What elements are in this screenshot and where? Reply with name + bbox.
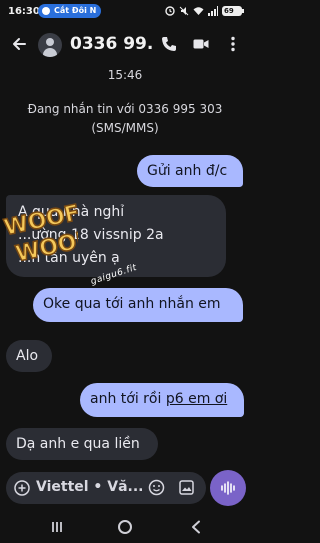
media-chip[interactable]: Cắt Đôi N (38, 4, 102, 18)
emoji-icon[interactable] (148, 479, 165, 496)
message-timestamp: 15:46 (107, 68, 143, 82)
phone-icon[interactable] (160, 35, 178, 53)
record-icon (42, 7, 50, 15)
sms-notice: Đang nhắn tin với 0336 995 303 (SMS/MMS) (10, 100, 240, 138)
incoming-message[interactable]: Dạ anh e qua liền (6, 428, 158, 460)
signal-icon (208, 6, 218, 16)
waveform-icon (221, 481, 235, 495)
watermark-sticker: WOOF WOOF (2, 200, 78, 268)
system-nav-bar (0, 514, 250, 543)
message-link[interactable]: p6 em ơi (166, 391, 227, 407)
nav-back-icon[interactable] (189, 520, 203, 534)
back-arrow-icon[interactable] (10, 35, 28, 53)
status-icons: 69 (165, 6, 244, 16)
battery-icon: 69 (222, 6, 244, 16)
outgoing-message[interactable]: Gửi anh đ/c (137, 155, 243, 187)
incoming-message[interactable]: Alo (6, 340, 52, 372)
gallery-icon[interactable] (179, 480, 194, 495)
conversation-header: 0336 99... (0, 28, 250, 62)
battery-level: 69 (224, 7, 234, 15)
compose-bar[interactable]: Viettel • Vă... (6, 472, 206, 504)
avatar[interactable] (38, 33, 62, 57)
status-bar: 16:30 Cắt Đôi N 69 (0, 0, 250, 24)
outgoing-message[interactable]: Oke qua tới anh nhắn em (33, 288, 243, 322)
contact-name[interactable]: 0336 99... (70, 34, 152, 54)
video-call-icon[interactable] (192, 35, 210, 53)
message-text: anh tới rồi (90, 391, 166, 407)
outgoing-message[interactable]: anh tới rồi p6 em ơi (80, 383, 244, 417)
voice-message-button[interactable] (210, 470, 246, 506)
add-attachment-icon[interactable] (14, 480, 30, 496)
wifi-icon (193, 7, 204, 15)
sms-notice-line1: Đang nhắn tin với 0336 995 303 (27, 102, 223, 116)
sms-notice-line2: (SMS/MMS) (91, 121, 159, 135)
home-icon[interactable] (118, 520, 132, 534)
more-options-icon[interactable] (224, 35, 242, 53)
mute-icon (179, 6, 189, 16)
message-input[interactable]: Viettel • Vă... (36, 479, 144, 495)
recents-icon[interactable] (51, 521, 63, 533)
media-chip-label: Cắt Đôi N (54, 6, 97, 15)
alarm-icon (165, 6, 175, 16)
status-time: 16:30 (8, 6, 40, 17)
